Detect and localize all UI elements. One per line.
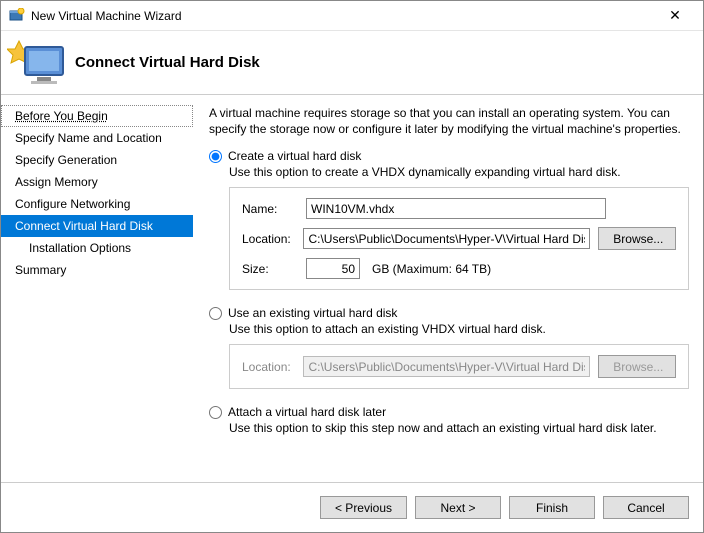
later-desc: Use this option to skip this step now an… — [229, 421, 689, 435]
existing-location-input — [303, 356, 590, 377]
create-desc: Use this option to create a VHDX dynamic… — [229, 165, 689, 179]
step-summary[interactable]: Summary — [1, 259, 193, 281]
radio-create-label: Create a virtual hard disk — [228, 149, 361, 163]
option-create-vhd: Create a virtual hard disk Use this opti… — [209, 149, 689, 290]
step-specify-generation[interactable]: Specify Generation — [1, 149, 193, 171]
location-label: Location: — [242, 232, 295, 246]
step-configure-networking[interactable]: Configure Networking — [1, 193, 193, 215]
create-fieldset: Name: Location: Browse... Size: GB (Maxi… — [229, 187, 689, 290]
size-label: Size: — [242, 262, 298, 276]
content-pane: A virtual machine requires storage so th… — [193, 95, 703, 482]
existing-browse-button: Browse... — [598, 355, 676, 378]
existing-location-label: Location: — [242, 360, 295, 374]
radio-existing-label: Use an existing virtual hard disk — [228, 306, 397, 320]
wizard-footer: < Previous Next > Finish Cancel — [1, 482, 703, 532]
existing-fieldset: Location: Browse... — [229, 344, 689, 389]
radio-existing-vhd[interactable] — [209, 307, 222, 320]
intro-text: A virtual machine requires storage so th… — [209, 105, 689, 137]
name-label: Name: — [242, 202, 298, 216]
app-icon — [9, 8, 25, 24]
finish-button[interactable]: Finish — [509, 496, 595, 519]
step-before-you-begin[interactable]: Before You Begin — [1, 105, 193, 127]
radio-later-label: Attach a virtual hard disk later — [228, 405, 386, 419]
cancel-button[interactable]: Cancel — [603, 496, 689, 519]
step-installation-options[interactable]: Installation Options — [1, 237, 193, 259]
size-unit: GB (Maximum: 64 TB) — [372, 262, 491, 276]
size-input[interactable] — [306, 258, 360, 279]
wizard-steps: Before You Begin Specify Name and Locati… — [1, 95, 193, 482]
window-title: New Virtual Machine Wizard — [31, 9, 655, 23]
name-input[interactable] — [306, 198, 606, 219]
step-specify-name[interactable]: Specify Name and Location — [1, 127, 193, 149]
step-connect-vhd[interactable]: Connect Virtual Hard Disk — [1, 215, 193, 237]
radio-create-vhd[interactable] — [209, 150, 222, 163]
page-header: Connect Virtual Hard Disk — [1, 31, 703, 95]
next-button[interactable]: Next > — [415, 496, 501, 519]
previous-button[interactable]: < Previous — [320, 496, 407, 519]
close-button[interactable]: ✕ — [655, 7, 695, 24]
titlebar: New Virtual Machine Wizard ✕ — [1, 1, 703, 31]
page-title: Connect Virtual Hard Disk — [75, 54, 260, 71]
option-existing-vhd: Use an existing virtual hard disk Use th… — [209, 306, 689, 389]
browse-button[interactable]: Browse... — [598, 227, 676, 250]
location-input[interactable] — [303, 228, 590, 249]
option-attach-later: Attach a virtual hard disk later Use thi… — [209, 405, 689, 435]
step-assign-memory[interactable]: Assign Memory — [1, 171, 193, 193]
existing-desc: Use this option to attach an existing VH… — [229, 322, 689, 336]
radio-attach-later[interactable] — [209, 406, 222, 419]
wizard-icon — [7, 37, 71, 89]
wizard-window: New Virtual Machine Wizard ✕ Connect Vir… — [0, 0, 704, 533]
